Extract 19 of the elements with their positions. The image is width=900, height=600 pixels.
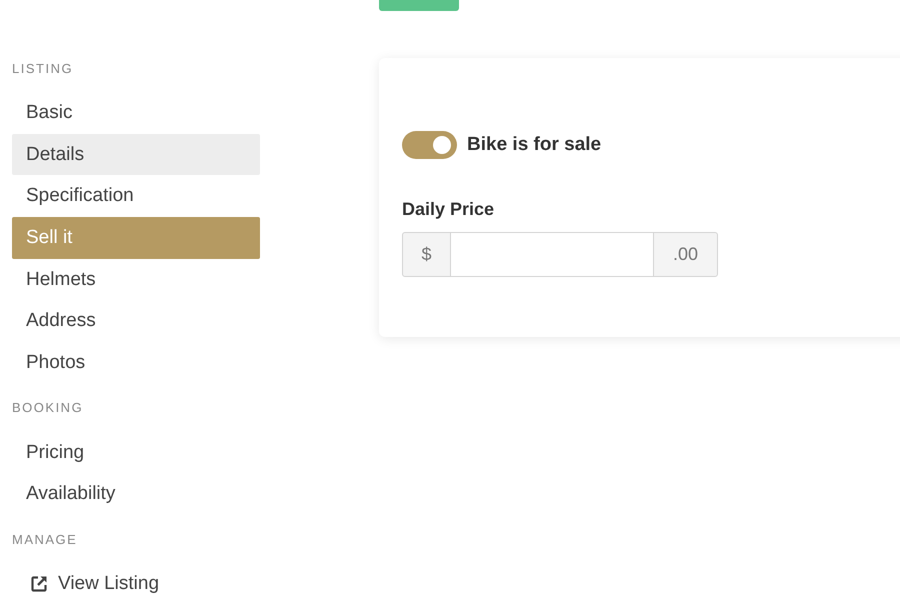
field-label: Daily Price bbox=[402, 198, 494, 220]
sidebar-item[interactable]: Address bbox=[12, 300, 260, 342]
toggle-switch[interactable] bbox=[402, 131, 457, 159]
section-heading: BOOKING bbox=[12, 401, 84, 414]
decimal-addon: .00 bbox=[653, 232, 718, 277]
price-input[interactable] bbox=[451, 232, 653, 277]
sidebar-item[interactable]: Details bbox=[12, 134, 260, 176]
sidebar-item[interactable]: Basic bbox=[12, 92, 260, 134]
sidebar-item[interactable]: Specification bbox=[12, 175, 260, 218]
section-heading: LISTING bbox=[12, 62, 74, 74]
sidebar-item[interactable]: Pricing bbox=[12, 432, 260, 474]
toggle-label: Bike is for sale bbox=[467, 134, 602, 156]
view-listing-link[interactable]: View Listing bbox=[12, 563, 260, 600]
sidebar-item[interactable]: Photos bbox=[12, 342, 260, 384]
sidebar-item[interactable]: Availability bbox=[12, 474, 260, 516]
section-heading: MANAGE bbox=[12, 532, 78, 546]
sidebar-item[interactable]: Helmets bbox=[12, 258, 260, 300]
external-link-icon bbox=[30, 575, 48, 594]
currency-addon: $ bbox=[402, 232, 451, 277]
